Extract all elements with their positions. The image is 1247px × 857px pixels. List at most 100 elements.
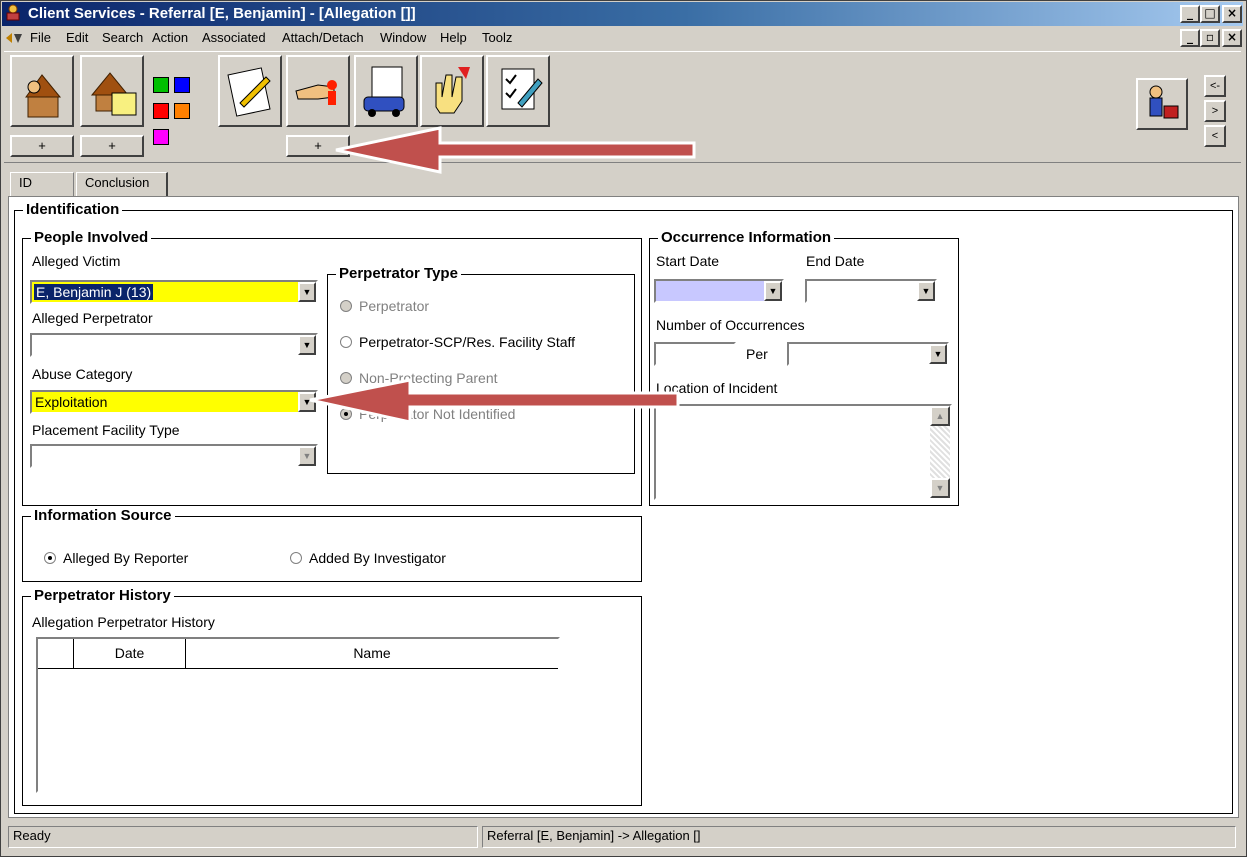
services-button[interactable] <box>420 55 484 127</box>
status-right: Referral [E, Benjamin] -> Allegation [] <box>482 826 1236 848</box>
checklist-button[interactable] <box>486 55 550 127</box>
notepad-pencil-icon <box>227 67 271 117</box>
information-source-group: Information Source <box>22 507 642 582</box>
nav-forward-button[interactable]: > <box>1204 100 1226 122</box>
abuse-category-combo[interactable]: Exploitation ▼ <box>30 390 318 414</box>
add-allegation-button[interactable]: + <box>286 135 350 157</box>
chevron-down-icon[interactable]: ▼ <box>298 446 316 466</box>
menu-window[interactable]: Window <box>380 30 426 45</box>
title-bar: Client Services - Referral [E, Benjamin]… <box>2 2 1243 26</box>
placement-facility-label: Placement Facility Type <box>32 422 180 438</box>
add-case-button[interactable]: + <box>80 135 144 157</box>
information-source-title: Information Source <box>31 507 175 525</box>
close-button[interactable]: × <box>1222 5 1242 23</box>
radio-perpetrator-not-identified[interactable]: Perpetrator Not Identified <box>340 406 515 422</box>
app-icon <box>6 4 20 21</box>
referral-house-button[interactable] <box>10 55 74 127</box>
case-house-button[interactable] <box>80 55 144 127</box>
child-restore-button[interactable]: ▫ <box>1200 29 1220 47</box>
tab-id[interactable]: ID <box>10 172 74 196</box>
minimize-button[interactable]: _ <box>1180 5 1200 23</box>
perpetrator-history-title: Perpetrator History <box>31 587 174 605</box>
abuse-category-value: Exploitation <box>35 394 108 410</box>
document-car-icon <box>363 66 405 117</box>
color-swatch-magenta[interactable] <box>153 129 169 145</box>
mdi-child-icon[interactable] <box>4 31 26 45</box>
column-header-name[interactable]: Name <box>186 639 558 669</box>
color-swatch-red[interactable] <box>153 103 169 119</box>
status-bar: Ready Referral [E, Benjamin] -> Allegati… <box>4 822 1243 852</box>
alleged-perpetrator-label: Alleged Perpetrator <box>32 310 153 326</box>
logout-button[interactable] <box>1136 78 1188 130</box>
maximize-button[interactable]: □ <box>1200 5 1220 23</box>
menu-file[interactable]: File <box>30 30 51 45</box>
allegation-button[interactable] <box>286 55 350 127</box>
color-swatch-orange[interactable] <box>174 103 190 119</box>
occurrences-input[interactable] <box>654 342 736 366</box>
status-left: Ready <box>8 826 478 848</box>
tab-conclusion[interactable]: Conclusion <box>76 172 168 196</box>
menu-action[interactable]: Action <box>152 30 188 45</box>
pointing-hand-icon <box>295 80 337 105</box>
perpetrator-history-subtitle: Allegation Perpetrator History <box>32 614 215 630</box>
scroll-up-icon[interactable]: ▲ <box>930 406 950 426</box>
add-referral-button[interactable]: + <box>10 135 74 157</box>
nav-back-button[interactable]: <- <box>1204 75 1226 97</box>
end-date-label: End Date <box>806 253 865 269</box>
menu-toolz[interactable]: Toolz <box>482 30 512 45</box>
menu-edit[interactable]: Edit <box>66 30 88 45</box>
chevron-down-icon[interactable]: ▼ <box>764 281 782 301</box>
color-swatch-green[interactable] <box>153 77 169 93</box>
house-folder-icon <box>90 72 137 116</box>
column-header-date[interactable]: Date <box>74 639 186 669</box>
child-close-button[interactable]: × <box>1222 29 1242 47</box>
checklist-pencil-icon <box>501 68 543 110</box>
end-date-field[interactable]: ▼ <box>805 279 937 303</box>
alleged-perpetrator-combo[interactable]: ▼ <box>30 333 318 357</box>
occurrences-label: Number of Occurrences <box>656 317 805 333</box>
location-label: Location of Incident <box>656 380 778 396</box>
alleged-victim-label: Alleged Victim <box>32 253 121 269</box>
menu-search[interactable]: Search <box>102 30 143 45</box>
radio-perpetrator-scp[interactable]: Perpetrator-SCP/Res. Facility Staff <box>340 334 575 350</box>
people-involved-title: People Involved <box>31 229 152 247</box>
person-bag-icon <box>1149 85 1179 119</box>
occurrence-info-title: Occurrence Information <box>658 229 835 247</box>
location-textarea[interactable]: ▲ ▼ <box>654 404 952 500</box>
hand-ribbon-icon <box>435 67 470 114</box>
table-header-row: Date Name <box>38 639 558 669</box>
per-combo[interactable]: ▼ <box>787 342 949 366</box>
alleged-victim-value: E, Benjamin J (13) <box>34 284 154 300</box>
house-people-icon <box>25 74 62 118</box>
chevron-down-icon[interactable]: ▼ <box>298 335 316 355</box>
scroll-down-icon[interactable]: ▼ <box>930 478 950 498</box>
notes-button[interactable] <box>218 55 282 127</box>
color-swatch-blue[interactable] <box>174 77 190 93</box>
chevron-down-icon[interactable]: ▼ <box>917 281 935 301</box>
contact-vehicle-button[interactable] <box>354 55 418 127</box>
radio-non-protecting-parent[interactable]: Non-Protecting Parent <box>340 370 498 386</box>
radio-added-by-investigator[interactable]: Added By Investigator <box>290 550 446 566</box>
alleged-victim-combo[interactable]: E, Benjamin J (13) ▼ <box>30 280 318 304</box>
menu-associated[interactable]: Associated <box>202 30 266 45</box>
radio-alleged-by-reporter[interactable]: Alleged By Reporter <box>44 550 188 566</box>
placement-facility-combo[interactable]: ▼ <box>30 444 318 468</box>
start-date-field[interactable]: ▼ <box>654 279 784 303</box>
window-title: Client Services - Referral [E, Benjamin]… <box>28 5 416 22</box>
start-date-label: Start Date <box>656 253 720 269</box>
chevron-down-icon[interactable]: ▼ <box>929 344 947 364</box>
tab-strip: ID Conclusion <box>4 168 1241 196</box>
chevron-down-icon[interactable]: ▼ <box>298 282 316 302</box>
chevron-down-icon[interactable]: ▼ <box>298 392 316 412</box>
perpetrator-history-table[interactable]: Date Name <box>36 637 560 793</box>
per-label: Per <box>746 346 768 362</box>
row-selector-header <box>38 639 74 669</box>
menu-help[interactable]: Help <box>440 30 467 45</box>
menu-bar: File Edit Search Action Associated Attac… <box>2 27 1243 49</box>
child-minimize-button[interactable]: _ <box>1180 29 1200 47</box>
perpetrator-type-title: Perpetrator Type <box>336 265 461 283</box>
nav-prev-button[interactable]: < <box>1204 125 1226 147</box>
radio-perpetrator[interactable]: Perpetrator <box>340 298 429 314</box>
menu-attach-detach[interactable]: Attach/Detach <box>282 30 364 45</box>
identification-title: Identification <box>23 201 123 219</box>
